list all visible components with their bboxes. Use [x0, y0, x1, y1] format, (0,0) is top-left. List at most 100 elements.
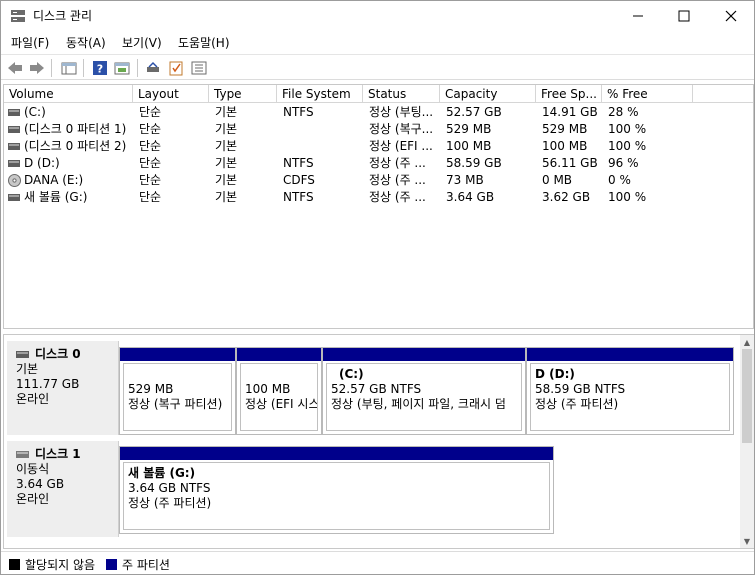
- volume-type: 기본: [215, 105, 238, 119]
- disk-0-label[interactable]: 디스크 0 기본 111.77 GB 온라인: [7, 341, 119, 435]
- volume-file-system: NTFS: [283, 156, 314, 170]
- menu-bar: 파일(F) 동작(A) 보기(V) 도움말(H): [1, 31, 754, 53]
- column-header-percent-free[interactable]: % Free: [602, 85, 693, 103]
- close-icon: [725, 10, 737, 22]
- legend-primary-partition-label: 주 파티션: [122, 558, 170, 572]
- partition-status: 정상 (부팅, 페이지 파일, 크래시 덤: [331, 397, 506, 411]
- partition-status: 정상 (주 파티션): [535, 397, 619, 411]
- volume-percent-free: 96 %: [608, 156, 639, 170]
- disk-1-kind: 이동식: [16, 462, 50, 476]
- partition-c-drive[interactable]: (C:) 52.57 GB NTFS 정상 (부팅, 페이지 파일, 크래시 덤: [322, 347, 526, 435]
- disk-0-kind: 기본: [16, 362, 39, 376]
- volume-type: 기본: [215, 139, 238, 153]
- maximize-icon: [678, 10, 690, 22]
- volume-percent-free: 0 %: [608, 173, 631, 187]
- menu-help[interactable]: 도움말(H): [178, 34, 230, 51]
- partition-body: 새 볼륨 (G:) 3.64 GB NTFS 정상 (주 파티션): [123, 462, 550, 530]
- volume-free-space: 14.91 GB: [542, 105, 598, 119]
- volume-name: DANA (E:): [24, 173, 84, 187]
- volume-row[interactable]: D (D:) 단순 기본 NTFS 정상 (주 ... 58.59 GB 56.…: [4, 155, 753, 172]
- volume-layout: 단순: [139, 122, 162, 136]
- volume-type: 기본: [215, 173, 238, 187]
- volume-row[interactable]: (C:) 단순 기본 NTFS 정상 (부팅... 52.57 GB 14.91…: [4, 104, 753, 121]
- column-header-type[interactable]: Type: [209, 85, 277, 103]
- partition-size: 529 MB: [128, 382, 174, 396]
- partition-d-drive[interactable]: D (D:) 58.59 GB NTFS 정상 (주 파티션): [526, 347, 734, 435]
- volume-type: 기본: [215, 156, 238, 170]
- column-header-file-system[interactable]: File System: [277, 85, 363, 103]
- vertical-scrollbar[interactable]: ▲ ▼: [740, 335, 754, 548]
- minimize-button[interactable]: [615, 1, 661, 31]
- volume-capacity: 52.57 GB: [446, 105, 502, 119]
- toolbar-separator: [137, 59, 138, 77]
- column-header-free-space[interactable]: Free Sp...: [536, 85, 602, 103]
- volume-type: 기본: [215, 190, 238, 204]
- scrollbar-thumb[interactable]: [742, 349, 752, 443]
- hard-drive-icon: [8, 109, 20, 116]
- connect-disk-button[interactable]: [144, 59, 162, 77]
- maximize-button[interactable]: [661, 1, 707, 31]
- menu-view[interactable]: 보기(V): [122, 34, 162, 51]
- volume-row[interactable]: DANA (E:) 단순 기본 CDFS 정상 (주 ... 73 MB 0 M…: [4, 172, 753, 189]
- volume-layout: 단순: [139, 139, 162, 153]
- disk-management-app-icon: [11, 10, 25, 22]
- help-button[interactable]: ?: [91, 59, 109, 77]
- volume-name: 새 볼륨 (G:): [24, 190, 88, 204]
- partition-size: 100 MB: [245, 382, 291, 396]
- disk-1-name: 디스크 1: [35, 447, 81, 461]
- cd-drive-icon: [8, 174, 21, 187]
- volume-name: (디스크 0 파티션 1): [24, 122, 127, 136]
- checklist-button[interactable]: [167, 59, 185, 77]
- volume-type: 기본: [215, 122, 238, 136]
- primary-partition-bar: [323, 348, 525, 361]
- volume-status: 정상 (EFI ...: [369, 139, 433, 153]
- volume-layout: 단순: [139, 156, 162, 170]
- partition-title: D (D:): [535, 367, 575, 381]
- volume-status: 정상 (주 ...: [369, 173, 426, 187]
- back-arrow-icon: [8, 62, 22, 74]
- scroll-up-arrow-icon[interactable]: ▲: [740, 335, 754, 349]
- column-header-status[interactable]: Status: [363, 85, 440, 103]
- show-hide-console-tree-button[interactable]: [60, 59, 78, 77]
- forward-button[interactable]: [28, 59, 46, 77]
- list-view-button[interactable]: [190, 59, 208, 77]
- column-header-layout[interactable]: Layout: [133, 85, 209, 103]
- menu-file[interactable]: 파일(F): [11, 34, 49, 51]
- hard-drive-icon: [8, 143, 20, 150]
- volume-file-system: [283, 121, 363, 138]
- volume-name: (C:): [24, 105, 46, 119]
- column-header-volume[interactable]: Volume: [4, 85, 133, 103]
- toolbar-separator: [83, 59, 84, 77]
- volume-layout: 단순: [139, 190, 162, 204]
- volume-row[interactable]: (디스크 0 파티션 2) 단순 기본 정상 (EFI ... 100 MB 1…: [4, 138, 753, 155]
- partition-g-drive[interactable]: 새 볼륨 (G:) 3.64 GB NTFS 정상 (주 파티션): [119, 446, 554, 534]
- partition-body: D (D:) 58.59 GB NTFS 정상 (주 파티션): [530, 363, 730, 431]
- volume-capacity: 73 MB: [446, 173, 484, 187]
- volume-row[interactable]: 새 볼륨 (G:) 단순 기본 NTFS 정상 (주 ... 3.64 GB 3…: [4, 189, 753, 206]
- volume-capacity: 100 MB: [446, 139, 492, 153]
- partition-disk0-efi[interactable]: 100 MB 정상 (EFI 시스: [236, 347, 322, 435]
- partition-title: 새 볼륨 (G:): [128, 466, 196, 480]
- volume-status: 정상 (복구...: [369, 122, 434, 136]
- partition-status: 정상 (주 파티션): [128, 496, 212, 510]
- disk-graphical-view: 디스크 0 기본 111.77 GB 온라인 529 MB 정상 (복구 파티션…: [3, 334, 754, 549]
- hard-drive-icon: [8, 126, 20, 133]
- volume-free-space: 56.11 GB: [542, 156, 598, 170]
- close-button[interactable]: [708, 1, 754, 31]
- volume-list: Volume Layout Type File System Status Ca…: [3, 84, 754, 329]
- disk-1-label[interactable]: 디스크 1 이동식 3.64 GB 온라인: [7, 441, 119, 537]
- legend-unallocated-label: 할당되지 않음: [25, 558, 96, 572]
- scroll-down-arrow-icon[interactable]: ▼: [740, 534, 754, 548]
- partition-disk0-recovery[interactable]: 529 MB 정상 (복구 파티션): [119, 347, 236, 435]
- column-header-capacity[interactable]: Capacity: [440, 85, 536, 103]
- properties-view-button[interactable]: [113, 59, 131, 77]
- legend-bar: 할당되지 않음 주 파티션: [1, 551, 754, 574]
- back-button[interactable]: [6, 59, 24, 77]
- window-title: 디스크 관리: [33, 9, 93, 23]
- disk-management-window: 디스크 관리 파일(F) 동작(A) 보기(V) 도움말(H) ? Volume…: [0, 0, 755, 575]
- legend-unallocated: 할당되지 않음: [9, 556, 95, 573]
- volume-percent-free: 100 %: [608, 139, 647, 153]
- menu-action[interactable]: 동작(A): [66, 34, 106, 51]
- primary-partition-swatch: [106, 559, 117, 570]
- volume-row[interactable]: (디스크 0 파티션 1) 단순 기본 정상 (복구... 529 MB 529…: [4, 121, 753, 138]
